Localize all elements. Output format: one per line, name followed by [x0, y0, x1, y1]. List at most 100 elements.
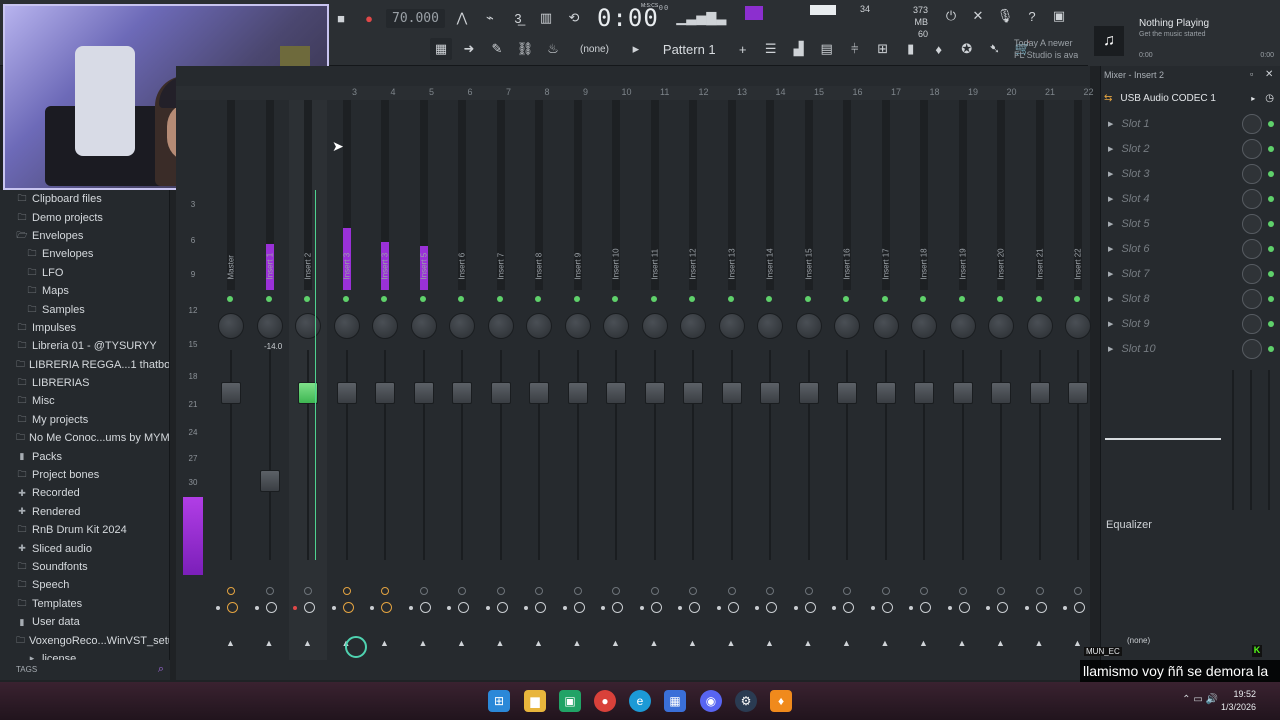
volume-fader[interactable]: [760, 382, 780, 404]
stereo-ring-icon[interactable]: [920, 602, 931, 613]
track-enable-led[interactable]: [458, 296, 464, 302]
expand-arrow-icon[interactable]: ▶: [1108, 245, 1113, 253]
volume-fader[interactable]: [375, 382, 395, 404]
track-name[interactable]: Insert 13: [727, 230, 736, 279]
stereo-ring-icon[interactable]: [573, 602, 585, 613]
record-arm-dot[interactable]: [986, 606, 990, 610]
route-indicator[interactable]: [958, 587, 967, 595]
browser-item[interactable]: 🗀 Libreria 01 - @TYSURYY: [0, 337, 169, 355]
volume-fader[interactable]: [336, 382, 357, 404]
route-indicator[interactable]: [689, 587, 697, 595]
send-arrow-icon[interactable]: ▲: [457, 638, 466, 648]
track-name[interactable]: Master: [227, 230, 236, 279]
track-name[interactable]: Insert 3: [342, 230, 351, 280]
expand-arrow-icon[interactable]: ▶: [1108, 320, 1113, 328]
send-curve-icon[interactable]: [345, 636, 367, 658]
volume-fader[interactable]: [644, 382, 665, 404]
volume-fader[interactable]: [259, 470, 280, 492]
volume-fader[interactable]: [1029, 382, 1050, 404]
slot-enable-led[interactable]: [1268, 271, 1274, 277]
arrow-icon[interactable]: ➜: [458, 38, 480, 60]
pan-knob[interactable]: [603, 313, 629, 339]
effect-slot[interactable]: ▶ Slot 10: [1104, 337, 1276, 361]
stereo-ring-icon[interactable]: [612, 602, 623, 613]
slot-enable-led[interactable]: [1268, 196, 1274, 202]
chrome-icon[interactable]: ●: [594, 690, 616, 712]
expand-arrow-icon[interactable]: ▶: [1108, 170, 1113, 178]
send-arrow-icon[interactable]: ▲: [380, 638, 389, 648]
pan-knob[interactable]: [487, 313, 514, 339]
route-indicator[interactable]: [881, 587, 890, 595]
track-enable-led[interactable]: [342, 296, 349, 302]
pattern-selector[interactable]: Pattern 1: [653, 42, 726, 57]
record-arm-dot[interactable]: [562, 606, 567, 610]
pan-knob[interactable]: [757, 313, 783, 339]
track-name[interactable]: Insert 22: [1074, 230, 1083, 279]
track-enable-led[interactable]: [227, 296, 233, 302]
stereo-ring-icon[interactable]: [535, 602, 546, 613]
mixer-track[interactable]: Insert 13 ▲: [713, 100, 751, 660]
browser-item[interactable]: 🗀 Envelopes: [0, 245, 169, 263]
browser-item[interactable]: ▮ User data: [0, 613, 169, 631]
browser-item[interactable]: 🗀 LFO: [0, 264, 169, 282]
steam-icon[interactable]: ⚙: [735, 690, 757, 712]
pan-knob[interactable]: [1026, 313, 1053, 339]
discord-icon[interactable]: ◉: [700, 690, 722, 712]
route-indicator[interactable]: [227, 587, 235, 595]
volume-fader[interactable]: [952, 382, 973, 404]
record-icon[interactable]: ●: [358, 7, 380, 29]
stereo-ring-icon[interactable]: [804, 602, 816, 613]
track-name[interactable]: Insert 17: [881, 230, 890, 279]
pan-knob[interactable]: [680, 313, 706, 339]
stereo-ring-icon[interactable]: [381, 602, 392, 613]
pan-knob[interactable]: [718, 313, 745, 339]
mixer-track[interactable]: Insert 8 ▲: [520, 100, 558, 660]
system-tray-icons[interactable]: ⌃ ▭ 🔊: [1182, 694, 1218, 705]
record-arm-dot[interactable]: [485, 606, 490, 610]
stereo-ring-icon[interactable]: [650, 602, 662, 613]
slot-enable-led[interactable]: [1268, 171, 1274, 177]
latency-icon[interactable]: ◷: [1265, 93, 1274, 104]
send-arrow-icon[interactable]: ▲: [419, 638, 428, 648]
send-arrow-icon[interactable]: ▲: [534, 638, 543, 648]
mixer-track[interactable]: Insert 18 ▲: [905, 100, 943, 660]
stereo-ring-icon[interactable]: [419, 602, 431, 613]
close-icon[interactable]: ✕: [1265, 69, 1273, 80]
loop-record-icon[interactable]: ⟲: [563, 7, 585, 29]
track-name[interactable]: Insert 21: [1035, 230, 1044, 279]
mixer-track[interactable]: Insert 21 ▲: [1021, 100, 1059, 660]
step-edit-icon[interactable]: ▥: [535, 7, 557, 29]
record-arm-dot[interactable]: [870, 606, 875, 610]
track-name[interactable]: Insert 2: [304, 230, 313, 280]
track-enable-led[interactable]: [381, 296, 387, 302]
effect-slot[interactable]: ▶ Slot 7: [1104, 262, 1276, 286]
plugin-icon[interactable]: ♦: [928, 38, 950, 60]
maximize-icon[interactable]: ▫: [1250, 69, 1253, 79]
tools-icon[interactable]: ✕: [967, 5, 989, 27]
track-name[interactable]: Insert 10: [612, 230, 621, 279]
route-indicator[interactable]: [843, 587, 851, 595]
slot-mix-knob[interactable]: [1242, 239, 1262, 259]
volume-fader[interactable]: [875, 382, 896, 404]
browser-item[interactable]: 🗀 Samples: [0, 300, 169, 318]
record-arm-dot[interactable]: [447, 606, 451, 610]
browser-item[interactable]: 🗀 LIBRERIA REGGA...1 thatboy r: [0, 356, 169, 374]
track-name[interactable]: Insert 14: [766, 230, 775, 279]
pan-knob[interactable]: [295, 313, 321, 339]
mixer-track[interactable]: Insert 5 ▲: [405, 100, 443, 660]
track-enable-led[interactable]: [1035, 296, 1042, 302]
send-arrow-icon[interactable]: ▲: [496, 638, 505, 648]
send-arrow-icon[interactable]: ▲: [688, 638, 697, 648]
volume-fader[interactable]: [1068, 382, 1088, 404]
tips-icon[interactable]: ✪: [956, 38, 978, 60]
play-pattern-icon[interactable]: ▸: [625, 38, 647, 60]
expand-arrow-icon[interactable]: ▶: [1108, 220, 1113, 228]
stereo-ring-icon[interactable]: [766, 602, 777, 613]
track-enable-led[interactable]: [727, 296, 734, 302]
record-arm-dot[interactable]: [216, 606, 220, 610]
pan-knob[interactable]: [872, 313, 899, 339]
send-arrow-icon[interactable]: ▲: [1035, 638, 1044, 648]
stereo-ring-icon[interactable]: [727, 602, 739, 613]
pan-knob[interactable]: [333, 313, 360, 339]
browser-item[interactable]: 🗀 My projects: [0, 411, 169, 429]
